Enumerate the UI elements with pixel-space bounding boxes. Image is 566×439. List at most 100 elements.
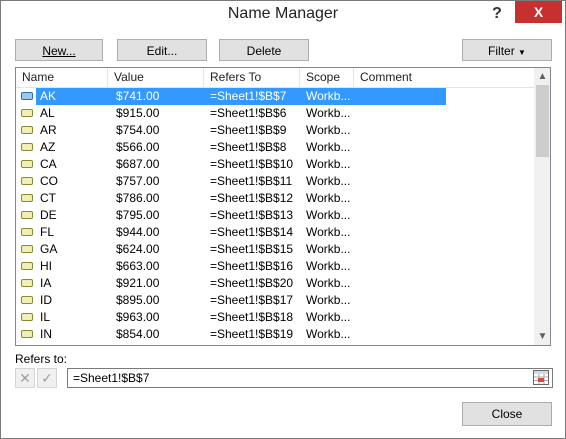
table-row[interactable]: AK $741.00 =Sheet1!$B$7 Workb... bbox=[16, 88, 534, 105]
cell-scope: Workb... bbox=[306, 225, 351, 239]
check-icon: ✓ bbox=[41, 370, 53, 386]
named-range-icon bbox=[21, 177, 33, 185]
cell-value: $754.00 bbox=[116, 123, 160, 137]
cell-value: $915.00 bbox=[116, 106, 160, 120]
close-button-label: Close bbox=[491, 407, 523, 421]
cell-comment bbox=[360, 224, 532, 241]
list-rows: AK $741.00 =Sheet1!$B$7 Workb... AL $915.00 =S… bbox=[16, 88, 534, 345]
help-button[interactable]: ? bbox=[485, 3, 509, 25]
cell-comment bbox=[360, 292, 532, 309]
cell-comment bbox=[360, 207, 532, 224]
table-row[interactable]: IN $854.00 =Sheet1!$B$19 Workb... bbox=[16, 326, 534, 343]
cell-comment bbox=[360, 275, 532, 292]
cell-comment bbox=[360, 105, 532, 122]
table-row[interactable]: ID $895.00 =Sheet1!$B$17 Workb... bbox=[16, 292, 534, 309]
cell-name: CO bbox=[40, 174, 58, 188]
named-range-icon bbox=[21, 126, 33, 134]
cell-value: $854.00 bbox=[116, 327, 160, 341]
column-header-comment[interactable]: Comment bbox=[354, 68, 534, 87]
cell-name: GA bbox=[40, 242, 58, 256]
column-header-refers-to[interactable]: Refers To bbox=[204, 68, 300, 87]
cell-scope: Workb... bbox=[306, 157, 351, 171]
names-list[interactable]: Name Value Refers To Scope Comment AK $74… bbox=[15, 67, 551, 346]
table-row[interactable]: CO $757.00 =Sheet1!$B$11 Workb... bbox=[16, 173, 534, 190]
x-icon: ✕ bbox=[19, 370, 31, 386]
vertical-scrollbar[interactable]: ▲ ▼ bbox=[534, 68, 550, 345]
cell-scope: Workb... bbox=[306, 140, 351, 154]
edit-button-label: Edit... bbox=[146, 44, 178, 58]
table-row[interactable]: GA $624.00 =Sheet1!$B$15 Workb... bbox=[16, 241, 534, 258]
cell-scope: Workb... bbox=[306, 174, 351, 188]
column-header-value[interactable]: Value bbox=[108, 68, 204, 87]
cell-comment bbox=[360, 139, 532, 156]
confirm-edit-button[interactable]: ✓ bbox=[37, 368, 57, 388]
cell-comment bbox=[360, 309, 532, 326]
edit-button[interactable]: Edit... bbox=[117, 39, 207, 61]
column-header-name[interactable]: Name bbox=[16, 68, 108, 87]
cell-scope: Workb... bbox=[306, 293, 351, 307]
table-row[interactable]: AR $754.00 =Sheet1!$B$9 Workb... bbox=[16, 122, 534, 139]
dropdown-arrow-icon: ▼ bbox=[518, 48, 526, 57]
refers-to-label: Refers to: bbox=[15, 352, 68, 366]
cell-scope: Workb... bbox=[306, 208, 351, 222]
cell-refers: =Sheet1!$B$16 bbox=[210, 259, 294, 273]
table-row[interactable]: AZ $566.00 =Sheet1!$B$8 Workb... bbox=[16, 139, 534, 156]
named-range-icon bbox=[21, 211, 33, 219]
cell-name: HI bbox=[40, 259, 52, 273]
cell-scope: Workb... bbox=[306, 106, 351, 120]
scroll-up-icon[interactable]: ▲ bbox=[534, 68, 550, 85]
named-range-icon bbox=[21, 279, 33, 287]
named-range-icon bbox=[21, 194, 33, 202]
table-row[interactable]: IL $963.00 =Sheet1!$B$18 Workb... bbox=[16, 309, 534, 326]
cell-comment bbox=[360, 326, 532, 343]
table-row[interactable]: CT $786.00 =Sheet1!$B$12 Workb... bbox=[16, 190, 534, 207]
named-range-icon bbox=[21, 245, 33, 253]
delete-button[interactable]: Delete bbox=[219, 39, 309, 61]
cancel-edit-button[interactable]: ✕ bbox=[15, 368, 35, 388]
table-row[interactable]: IA $921.00 =Sheet1!$B$20 Workb... bbox=[16, 275, 534, 292]
cell-value: $963.00 bbox=[116, 310, 160, 324]
cell-value: $663.00 bbox=[116, 259, 160, 273]
filter-button[interactable]: Filter ▼ bbox=[462, 39, 552, 61]
table-row[interactable]: FL $944.00 =Sheet1!$B$14 Workb... bbox=[16, 224, 534, 241]
range-picker-icon[interactable] bbox=[533, 370, 549, 385]
scroll-thumb[interactable] bbox=[536, 85, 549, 157]
close-button[interactable]: Close bbox=[462, 402, 552, 426]
refers-to-input[interactable]: =Sheet1!$B$7 bbox=[67, 368, 553, 388]
cell-comment bbox=[360, 88, 532, 105]
cell-scope: Workb... bbox=[306, 310, 351, 324]
table-row[interactable]: AL $915.00 =Sheet1!$B$6 Workb... bbox=[16, 105, 534, 122]
cell-scope: Workb... bbox=[306, 327, 351, 341]
scroll-down-icon[interactable]: ▼ bbox=[534, 328, 550, 345]
list-header: Name Value Refers To Scope Comment bbox=[16, 68, 534, 88]
cell-comment bbox=[360, 241, 532, 258]
named-range-icon bbox=[21, 313, 33, 321]
name-manager-dialog: Name Manager ? X New... Edit... Delete F… bbox=[0, 0, 566, 439]
cell-refers: =Sheet1!$B$18 bbox=[210, 310, 294, 324]
named-range-icon bbox=[21, 143, 33, 151]
cell-value: $786.00 bbox=[116, 191, 160, 205]
cell-refers: =Sheet1!$B$12 bbox=[210, 191, 294, 205]
cell-comment bbox=[360, 173, 532, 190]
window-close-button[interactable]: X bbox=[515, 1, 562, 23]
column-header-scope[interactable]: Scope bbox=[300, 68, 354, 87]
cell-name: AL bbox=[40, 106, 55, 120]
cell-comment bbox=[360, 156, 532, 173]
cell-value: $795.00 bbox=[116, 208, 160, 222]
cell-scope: Workb... bbox=[306, 123, 351, 137]
cell-name: AR bbox=[40, 123, 57, 137]
new-button[interactable]: New... bbox=[15, 39, 103, 61]
delete-button-label: Delete bbox=[246, 44, 282, 58]
table-row[interactable]: DE $795.00 =Sheet1!$B$13 Workb... bbox=[16, 207, 534, 224]
cell-comment bbox=[360, 190, 532, 207]
table-row[interactable]: CA $687.00 =Sheet1!$B$10 Workb... bbox=[16, 156, 534, 173]
named-range-icon bbox=[21, 160, 33, 168]
named-range-icon bbox=[21, 228, 33, 236]
cell-refers: =Sheet1!$B$20 bbox=[210, 276, 294, 290]
dialog-title: Name Manager bbox=[227, 5, 339, 22]
cell-name: DE bbox=[40, 208, 57, 222]
cell-name: CT bbox=[40, 191, 56, 205]
named-range-icon bbox=[21, 296, 33, 304]
cell-value: $757.00 bbox=[116, 174, 160, 188]
table-row[interactable]: HI $663.00 =Sheet1!$B$16 Workb... bbox=[16, 258, 534, 275]
